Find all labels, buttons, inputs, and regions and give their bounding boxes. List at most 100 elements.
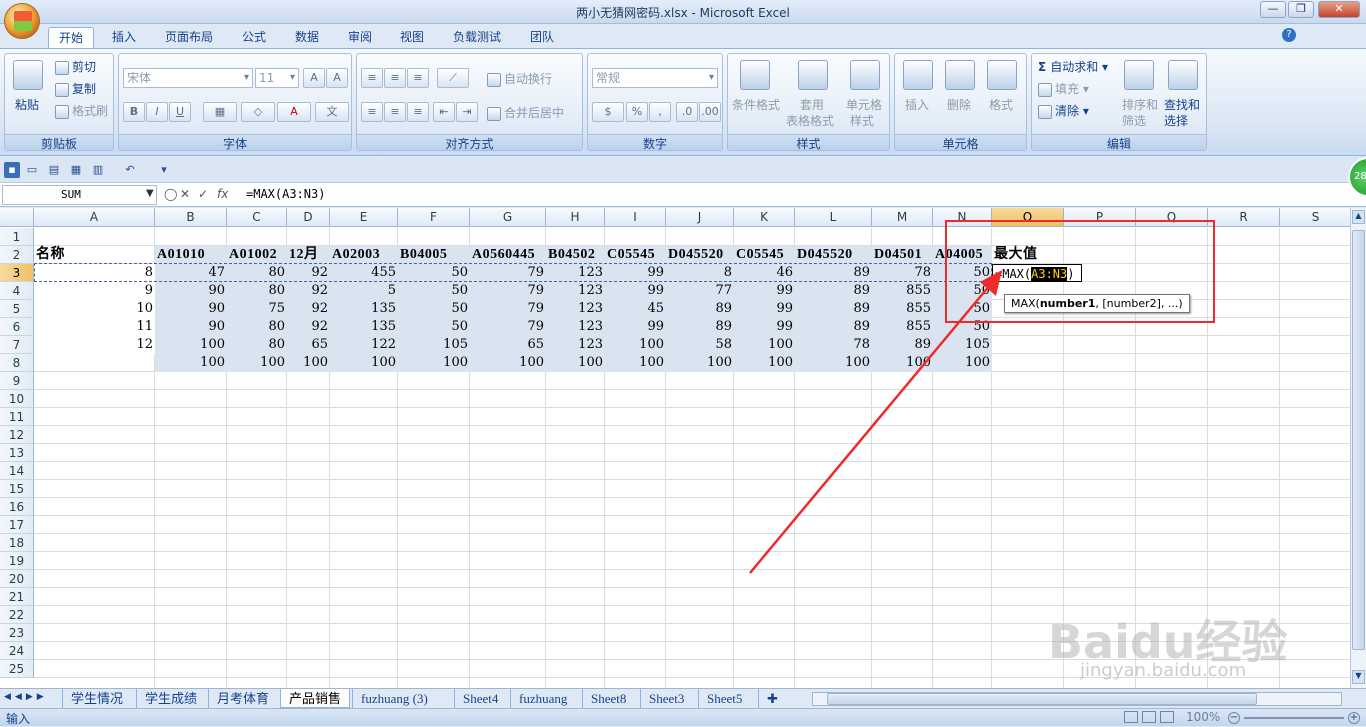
header-cell[interactable]: D04501 [872, 246, 933, 264]
column-header-n[interactable]: N [933, 208, 992, 227]
paste-button[interactable]: 粘贴 [15, 96, 39, 113]
row-header-17[interactable]: 17 [0, 516, 34, 534]
column-header-b[interactable]: B [155, 208, 227, 227]
column-header-a[interactable]: A [34, 208, 155, 227]
name-box-dropdown-icon[interactable]: ▼ [146, 188, 154, 199]
sheet-tab[interactable]: Sheet4 [454, 689, 506, 708]
column-header-e[interactable]: E [330, 208, 398, 227]
data-cell[interactable]: 75 [227, 300, 287, 318]
data-cell[interactable]: 58 [666, 336, 734, 354]
data-cell[interactable]: 90 [155, 300, 227, 318]
data-cell[interactable]: 855 [872, 300, 933, 318]
font-name-select[interactable]: 宋体 [123, 68, 253, 88]
data-cell[interactable]: 10 [34, 300, 155, 318]
help-icon[interactable]: ? [1282, 28, 1296, 42]
data-cell[interactable]: 100 [734, 336, 795, 354]
data-cell[interactable]: 100 [734, 354, 795, 372]
normal-view-icon[interactable] [1124, 711, 1138, 723]
sheet-tab[interactable]: Sheet8 [582, 689, 634, 708]
office-button[interactable] [4, 3, 40, 39]
print-preview-icon[interactable]: ▤ [46, 162, 62, 178]
data-cell[interactable]: 5 [330, 282, 398, 300]
row-header-24[interactable]: 24 [0, 642, 34, 660]
data-cell[interactable]: 100 [227, 354, 287, 372]
table-icon[interactable]: ▦ [68, 162, 84, 178]
percent-button[interactable]: % [626, 102, 648, 122]
page-layout-icon[interactable] [1142, 711, 1156, 723]
save-icon[interactable]: ▪ [4, 162, 20, 178]
row-header-11[interactable]: 11 [0, 408, 34, 426]
column-header-c[interactable]: C [227, 208, 287, 227]
data-cell[interactable]: 92 [287, 282, 330, 300]
data-cell[interactable]: 100 [666, 354, 734, 372]
data-cell[interactable]: 89 [795, 300, 872, 318]
data-cell[interactable]: 100 [546, 354, 605, 372]
data-cell[interactable]: 105 [398, 336, 470, 354]
data-cell[interactable]: 123 [546, 300, 605, 318]
data-cell[interactable]: 80 [227, 318, 287, 336]
clear-button[interactable]: 清除 ▾ [1038, 102, 1089, 119]
cut-button[interactable]: 剪切 [55, 58, 96, 75]
wrap-text-button[interactable]: 自动换行 [487, 70, 552, 87]
data-cell[interactable]: 65 [287, 336, 330, 354]
column-header-q[interactable]: Q [1136, 208, 1208, 227]
currency-icon[interactable]: $ [592, 102, 624, 122]
data-cell[interactable]: 79 [470, 282, 546, 300]
zoom-level[interactable]: 100% [1186, 710, 1220, 724]
header-cell[interactable]: C05545 [605, 246, 666, 264]
sort-filter-line1[interactable]: 排序和 [1122, 96, 1158, 113]
header-cell[interactable]: D045520 [666, 246, 734, 264]
data-cell[interactable]: 89 [666, 318, 734, 336]
data-cell[interactable]: 100 [933, 354, 992, 372]
h-scroll-thumb[interactable] [827, 693, 1257, 705]
underline-button[interactable]: U [169, 102, 191, 122]
row-header-13[interactable]: 13 [0, 444, 34, 462]
data-cell[interactable]: 100 [795, 354, 872, 372]
select-all-corner[interactable] [0, 208, 34, 227]
cancel-icon[interactable]: ✕ [180, 187, 190, 201]
font-size-select[interactable]: 11 [255, 68, 299, 88]
data-cell[interactable]: 100 [605, 336, 666, 354]
sheet-tab[interactable]: 学生情况 [62, 689, 131, 708]
tab-insert[interactable]: 插入 [102, 27, 146, 48]
data-cell[interactable]: 92 [287, 318, 330, 336]
data-cell[interactable]: 50 [398, 300, 470, 318]
tab-review[interactable]: 审阅 [338, 27, 382, 48]
data-cell[interactable]: 90 [155, 282, 227, 300]
autosum-button[interactable]: Σ 自动求和 ▾ [1038, 58, 1108, 75]
data-cell[interactable]: 99 [605, 282, 666, 300]
column-header-j[interactable]: J [666, 208, 734, 227]
data-cell[interactable]: 50 [933, 282, 992, 300]
data-cell[interactable]: 89 [872, 336, 933, 354]
row-header-25[interactable]: 25 [0, 660, 34, 678]
zoom-in-icon[interactable]: + [1348, 712, 1360, 724]
data-cell[interactable]: 135 [330, 318, 398, 336]
data-cell[interactable]: 855 [872, 282, 933, 300]
data-cell[interactable]: 100 [155, 336, 227, 354]
name-box[interactable]: SUM [2, 185, 157, 205]
data-cell[interactable]: 90 [155, 318, 227, 336]
insert-sheet-icon[interactable]: ✚ [758, 689, 788, 708]
row-header-10[interactable]: 10 [0, 390, 34, 408]
data-cell[interactable]: 100 [287, 354, 330, 372]
sheet-tab[interactable]: Sheet5 [698, 689, 750, 708]
column-header-p[interactable]: P [1064, 208, 1136, 227]
bold-button[interactable]: B [123, 102, 145, 122]
data-cell[interactable]: 100 [155, 354, 227, 372]
tab-team[interactable]: 团队 [520, 27, 564, 48]
row-header-23[interactable]: 23 [0, 624, 34, 642]
data-cell[interactable]: 100 [470, 354, 546, 372]
data-cell[interactable]: 89 [666, 300, 734, 318]
data-cell[interactable]: 78 [795, 336, 872, 354]
delete-cells-button[interactable]: 删除 [947, 96, 971, 113]
header-cell[interactable]: B04005 [398, 246, 470, 264]
data-cell[interactable]: 80 [227, 336, 287, 354]
header-cell[interactable]: A04005 [933, 246, 992, 264]
row-header-22[interactable]: 22 [0, 606, 34, 624]
tab-view[interactable]: 视图 [390, 27, 434, 48]
data-cell[interactable]: 135 [330, 300, 398, 318]
format-table-line1[interactable]: 套用 [800, 96, 824, 113]
row-header-21[interactable]: 21 [0, 588, 34, 606]
outdent-icon[interactable]: ⇤ [433, 102, 455, 122]
row-header-19[interactable]: 19 [0, 552, 34, 570]
